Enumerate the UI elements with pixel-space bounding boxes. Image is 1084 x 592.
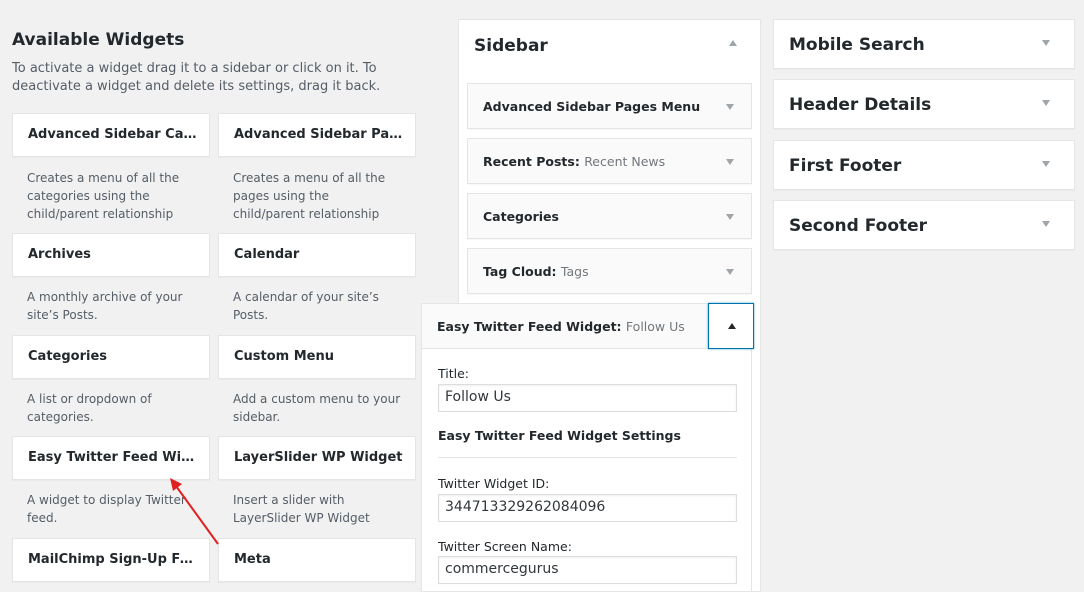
widget-id-label: Twitter Widget ID:: [438, 476, 550, 491]
widget-name: LayerSlider WP Widget: [234, 450, 403, 465]
collapse-toggle-button[interactable]: [708, 303, 754, 349]
area-header-details[interactable]: Header Details: [773, 79, 1075, 129]
widget-name: Advanced Sidebar Categ...: [28, 127, 198, 142]
sidebar-widget-label: Tag Cloud: Tags: [483, 264, 589, 279]
expanded-twitter-widget: Easy Twitter Feed Widget: Follow Us Titl…: [421, 303, 754, 592]
screen-name-input[interactable]: commercegurus: [438, 556, 737, 584]
area-second-footer[interactable]: Second Footer: [773, 200, 1075, 250]
widget-categories[interactable]: Categories: [12, 335, 210, 379]
expanded-widget-header[interactable]: Easy Twitter Feed Widget: Follow Us: [422, 303, 754, 349]
sidebar-widget-label: Advanced Sidebar Pages Menu: [483, 99, 701, 114]
area-mobile-search[interactable]: Mobile Search: [773, 19, 1075, 69]
widget-meta[interactable]: Meta: [218, 538, 416, 582]
widget-name: Advanced Sidebar Pages...: [234, 127, 404, 142]
widget-name: Meta: [234, 552, 271, 567]
widget-advanced-sidebar-pages[interactable]: Advanced Sidebar Pages...: [218, 113, 416, 157]
expand-arrow-icon[interactable]: [1042, 221, 1050, 227]
sidebar-widget-label: Recent Posts: Recent News: [483, 154, 666, 169]
widget-calendar[interactable]: Calendar: [218, 233, 416, 277]
widget-description: Insert a slider with LayerSlider WP Widg…: [233, 493, 370, 525]
widget-description: Add a custom menu to your sidebar.: [233, 392, 401, 424]
expand-arrow-icon[interactable]: [1042, 161, 1050, 167]
widget-custom-menu[interactable]: Custom Menu: [218, 335, 416, 379]
annotation-arrow: [170, 478, 219, 545]
expanded-widget-subtitle: Follow Us: [625, 319, 685, 334]
expand-arrow-icon[interactable]: [726, 104, 734, 110]
widget-description: Creates a menu of all the categories usi…: [27, 171, 180, 221]
sidebar-widget-label: Categories: [483, 209, 559, 224]
available-widgets-description: To activate a widget drag it to a sideba…: [12, 61, 381, 94]
widget-name: MailChimp Sign-Up Form: [28, 552, 198, 567]
screen-name-label: Twitter Screen Name:: [438, 539, 572, 554]
widget-advanced-sidebar-categories[interactable]: Advanced Sidebar Categ...: [12, 113, 210, 157]
widget-name: Calendar: [234, 247, 300, 262]
widget-name: Categories: [28, 349, 108, 364]
area-title: First Footer: [789, 156, 902, 176]
collapse-arrow-icon: [728, 323, 736, 329]
widget-description: Creates a menu of all the pages using th…: [233, 171, 386, 221]
sidebar-widget-subtitle: Tags: [560, 264, 589, 279]
sidebar-widget-advanced-pages-menu[interactable]: Advanced Sidebar Pages Menu: [467, 83, 752, 129]
divider: [438, 457, 737, 458]
sidebar-area-title: Sidebar: [474, 36, 548, 56]
widget-name: Archives: [28, 247, 91, 262]
title-input[interactable]: Follow Us: [438, 384, 737, 412]
expand-arrow-icon[interactable]: [726, 269, 734, 275]
expand-arrow-icon[interactable]: [1042, 100, 1050, 106]
sidebar-widget-categories[interactable]: Categories: [467, 193, 752, 239]
available-widgets-title: Available Widgets: [12, 30, 185, 50]
area-title: Mobile Search: [789, 35, 925, 55]
sidebar-widget-tag-cloud[interactable]: Tag Cloud: Tags: [467, 248, 752, 294]
widget-name: Easy Twitter Feed Widget: [28, 450, 198, 465]
expanded-widget-label: Easy Twitter Feed Widget: Follow Us: [437, 319, 685, 334]
sidebar-widget-recent-posts[interactable]: Recent Posts: Recent News: [467, 138, 752, 184]
sidebar-widget-subtitle: Recent News: [584, 154, 666, 169]
area-title: Header Details: [789, 95, 932, 115]
widget-description: A list or dropdown of categories.: [27, 392, 152, 424]
expand-arrow-icon[interactable]: [726, 214, 734, 220]
widget-layerslider[interactable]: LayerSlider WP Widget: [218, 436, 416, 480]
collapse-arrow-icon[interactable]: [729, 40, 737, 46]
expand-arrow-icon[interactable]: [726, 159, 734, 165]
expand-arrow-icon[interactable]: [1042, 40, 1050, 46]
widget-archives[interactable]: Archives: [12, 233, 210, 277]
widget-description: A calendar of your site’s Posts.: [233, 290, 379, 322]
area-first-footer[interactable]: First Footer: [773, 140, 1075, 190]
settings-heading: Easy Twitter Feed Widget Settings: [438, 428, 681, 443]
widget-id-input[interactable]: 344713329262084096: [438, 494, 737, 522]
area-title: Second Footer: [789, 216, 928, 236]
widget-description: A monthly archive of your site’s Posts.: [27, 290, 183, 322]
title-label: Title:: [438, 366, 469, 381]
widget-name: Custom Menu: [234, 349, 335, 364]
